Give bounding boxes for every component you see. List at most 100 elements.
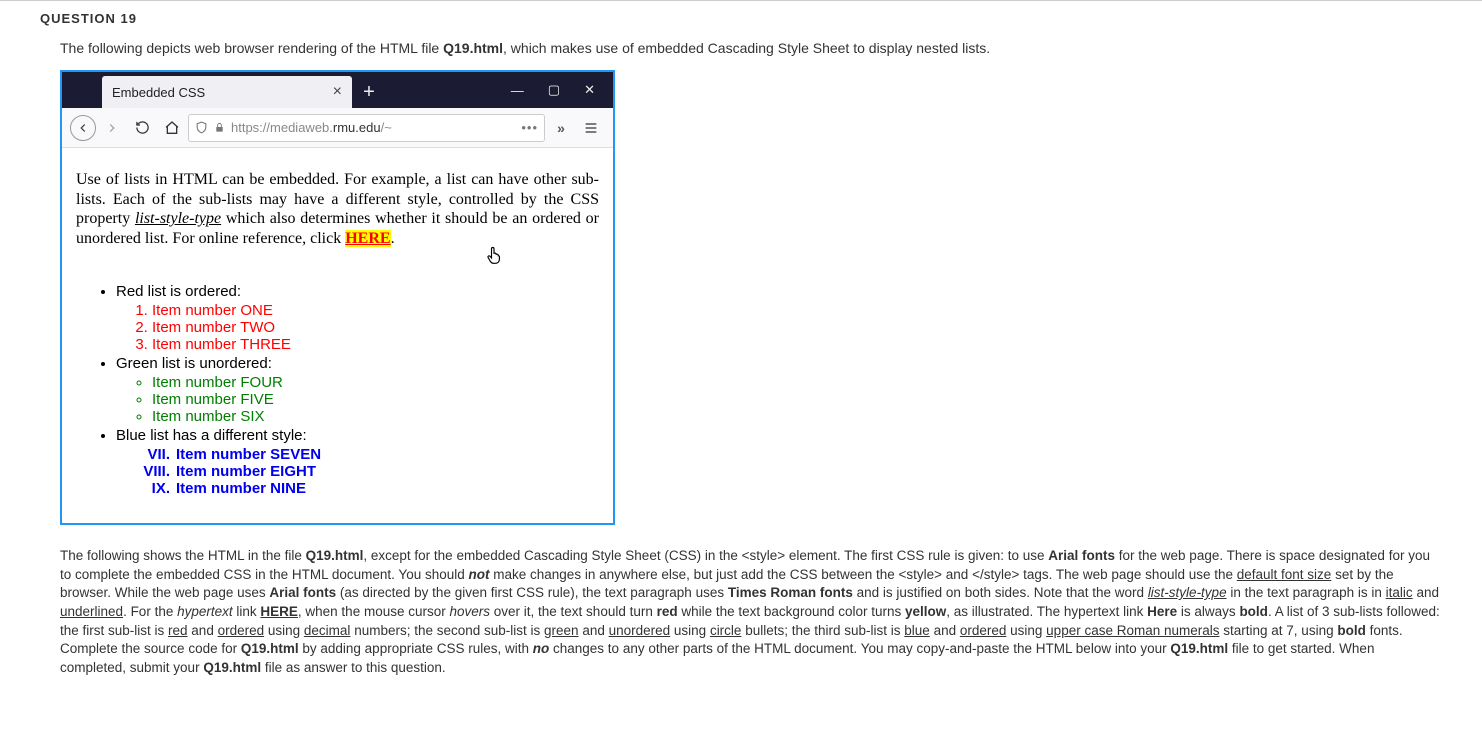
- t: default font size: [1237, 567, 1332, 582]
- t: using: [670, 623, 710, 638]
- list-item: VIII.Item number EIGHT: [132, 463, 599, 480]
- browser-titlebar: Embedded CSS × + — ▢ ✕: [62, 72, 613, 108]
- back-button[interactable]: [70, 115, 96, 141]
- t: bold: [1239, 604, 1268, 619]
- browser-tab[interactable]: Embedded CSS ×: [102, 76, 352, 108]
- list-item: Item number THREE: [152, 336, 599, 353]
- t: Q19.html: [306, 548, 364, 563]
- t: file as answer to this question.: [261, 660, 446, 675]
- green-list-label: Green list is unordered:: [116, 355, 272, 372]
- t: and: [1413, 585, 1439, 600]
- t: ordered: [960, 623, 1007, 638]
- hand-cursor-icon: [484, 244, 504, 266]
- close-window-icon[interactable]: ✕: [584, 82, 595, 98]
- item-text: Item number EIGHT: [176, 463, 316, 480]
- t: and: [579, 623, 609, 638]
- list-item: Item number SIX: [152, 408, 599, 425]
- blue-list-label: Blue list has a different style:: [116, 427, 307, 444]
- t: Here: [1147, 604, 1177, 619]
- t: using: [1006, 623, 1046, 638]
- hamburger-menu-icon[interactable]: [577, 114, 605, 142]
- minimize-icon[interactable]: —: [511, 83, 524, 98]
- t: ordered: [218, 623, 265, 638]
- address-bar: https://mediaweb.rmu.edu/~ ••• »: [62, 108, 613, 148]
- list-item: Item number TWO: [152, 319, 599, 336]
- overflow-chevron-icon[interactable]: »: [547, 114, 575, 142]
- maximize-icon[interactable]: ▢: [548, 82, 560, 98]
- t: and: [188, 623, 218, 638]
- list-item: IX.Item number NINE: [132, 480, 599, 497]
- t: Times Roman fonts: [728, 585, 853, 600]
- intro-text-post: , which makes use of embedded Cascading …: [503, 40, 990, 56]
- t: circle: [710, 623, 742, 638]
- t: red: [657, 604, 678, 619]
- reload-button[interactable]: [128, 114, 156, 142]
- forward-button[interactable]: [98, 114, 126, 142]
- list-item: Item number FOUR: [152, 374, 599, 391]
- t: , when the mouse cursor: [298, 604, 450, 619]
- intro-paragraph: The following depicts web browser render…: [60, 40, 1442, 56]
- instructions-paragraph: The following shows the HTML in the file…: [60, 547, 1442, 677]
- t: numbers; the second sub-list is: [350, 623, 544, 638]
- new-tab-button[interactable]: +: [352, 76, 386, 108]
- t: underlined: [60, 604, 123, 619]
- t: bold: [1337, 623, 1366, 638]
- para-text-3: .: [391, 230, 395, 247]
- t: while the text background color turns: [678, 604, 905, 619]
- home-button[interactable]: [158, 114, 186, 142]
- t: changes to any other parts of the HTML d…: [549, 641, 1170, 656]
- css-property-name: list-style-type: [135, 210, 221, 227]
- t: and: [930, 623, 960, 638]
- red-list-label: Red list is ordered:: [116, 283, 241, 300]
- t: , except for the embedded Cascading Styl…: [363, 548, 1048, 563]
- window-controls: — ▢ ✕: [511, 72, 613, 108]
- here-link[interactable]: HERE: [345, 230, 390, 247]
- list-item: Red list is ordered: Item number ONE Ite…: [116, 283, 599, 353]
- t: Q19.html: [1170, 641, 1228, 656]
- roman-numeral: IX.: [132, 480, 176, 497]
- t: red: [168, 623, 188, 638]
- page-content: Use of lists in HTML can be embedded. Fo…: [62, 148, 613, 523]
- url-text: https://mediaweb.rmu.edu/~: [231, 120, 392, 135]
- t: is always: [1177, 604, 1239, 619]
- shield-icon: [195, 121, 208, 134]
- list-item: VII.Item number SEVEN: [132, 446, 599, 463]
- url-host-dark: rmu.edu: [333, 120, 381, 135]
- t: italic: [1386, 585, 1413, 600]
- t: (as directed by the given first CSS rule…: [336, 585, 728, 600]
- outer-list: Red list is ordered: Item number ONE Ite…: [76, 283, 599, 497]
- t: decimal: [304, 623, 351, 638]
- t: . For the: [123, 604, 177, 619]
- t: unordered: [609, 623, 671, 638]
- t: HERE: [260, 604, 298, 619]
- t: make changes in anywhere else, but just …: [490, 567, 1237, 582]
- t: , as illustrated. The hypertext link: [946, 604, 1147, 619]
- roman-numeral: VIII.: [132, 463, 176, 480]
- t: not: [469, 567, 490, 582]
- question-page: QUESTION 19 The following depicts web br…: [0, 0, 1482, 745]
- t: Arial fonts: [269, 585, 336, 600]
- list-item: Blue list has a different style: VII.Ite…: [116, 427, 599, 497]
- t: blue: [904, 623, 930, 638]
- t: no: [533, 641, 550, 656]
- t: by adding appropriate CSS rules, with: [299, 641, 533, 656]
- roman-numeral: VII.: [132, 446, 176, 463]
- t: yellow: [905, 604, 946, 619]
- t: list-style-type: [1148, 585, 1227, 600]
- browser-screenshot: Embedded CSS × + — ▢ ✕: [60, 70, 615, 525]
- list-item: Green list is unordered: Item number FOU…: [116, 355, 599, 425]
- page-actions-icon[interactable]: •••: [521, 120, 538, 135]
- t: Q19.html: [203, 660, 261, 675]
- t: The following shows the HTML in the file: [60, 548, 306, 563]
- red-ordered-list: Item number ONE Item number TWO Item num…: [116, 302, 599, 353]
- t: and is justified on both sides. Note tha…: [853, 585, 1148, 600]
- close-tab-icon[interactable]: ×: [333, 83, 342, 101]
- url-input[interactable]: https://mediaweb.rmu.edu/~ •••: [188, 114, 545, 142]
- item-text: Item number NINE: [176, 480, 306, 497]
- t: using: [264, 623, 304, 638]
- t: hypertext: [177, 604, 233, 619]
- tab-title: Embedded CSS: [112, 85, 205, 100]
- intro-filename: Q19.html: [443, 40, 503, 56]
- lock-icon: [214, 122, 225, 133]
- body-paragraph: Use of lists in HTML can be embedded. Fo…: [76, 170, 599, 248]
